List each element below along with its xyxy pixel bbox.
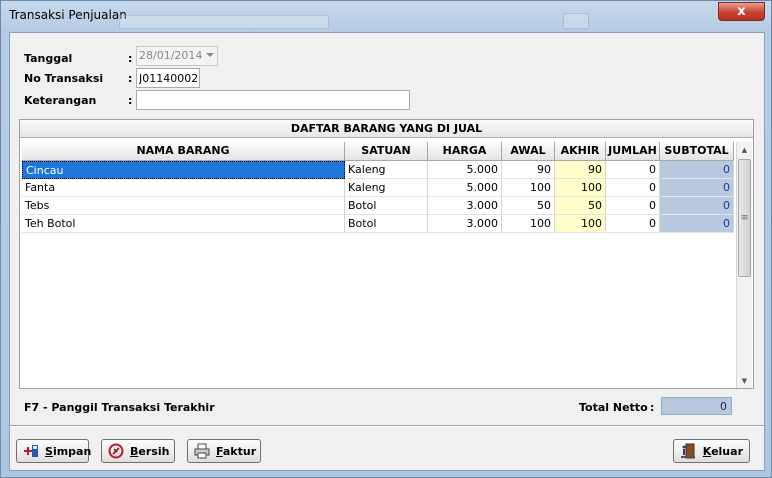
- scroll-thumb[interactable]: ≡: [738, 159, 751, 277]
- col-header-akhir[interactable]: AKHIR: [555, 142, 606, 161]
- bersih-label: Bersih: [130, 444, 170, 458]
- cell-jumlah[interactable]: 0: [606, 179, 660, 197]
- col-header-jumlah[interactable]: JUMLAH: [606, 142, 660, 161]
- app-window: Transaksi Penjualan x Tanggal : 28/01/20…: [0, 0, 772, 478]
- cell-nama-barang[interactable]: Tebs: [22, 197, 345, 215]
- table-row[interactable]: Cincau Kaleng 5.000 90 90 0 0: [22, 161, 734, 179]
- col-header-awal[interactable]: AWAL: [502, 142, 555, 161]
- table-row[interactable]: Teh Botol Botol 3.000 100 100 0 0: [22, 215, 734, 233]
- bersih-button[interactable]: Bersih: [101, 439, 175, 463]
- total-netto-label: Total Netto: [579, 401, 648, 414]
- keluar-button[interactable]: Keluar: [673, 439, 750, 463]
- cell-satuan[interactable]: Kaleng: [345, 161, 428, 179]
- simpan-button[interactable]: Simpan: [16, 439, 92, 463]
- col-header-satuan[interactable]: SATUAN: [345, 142, 428, 161]
- scroll-down-arrow-icon[interactable]: ▼: [737, 373, 752, 388]
- printer-icon: [194, 442, 210, 460]
- form-client-area: Tanggal : 28/01/2014 No Transaksi : Kete…: [9, 32, 765, 471]
- cell-awal[interactable]: 50: [502, 197, 555, 215]
- tanggal-label: Tanggal: [24, 52, 73, 65]
- no-transaksi-label: No Transaksi: [24, 72, 104, 85]
- cell-awal[interactable]: 90: [502, 161, 555, 179]
- close-icon: x: [737, 4, 746, 19]
- grip-icon: ≡: [740, 213, 749, 223]
- cell-nama-barang[interactable]: Fanta: [22, 179, 345, 197]
- cell-satuan[interactable]: Kaleng: [345, 179, 428, 197]
- grid-title: DAFTAR BARANG YANG DI JUAL: [20, 120, 753, 138]
- window-title: Transaksi Penjualan: [9, 8, 127, 22]
- clear-icon: [108, 442, 124, 460]
- total-netto-colon: :: [650, 401, 655, 414]
- table-row[interactable]: Tebs Botol 3.000 50 50 0 0: [22, 197, 734, 215]
- cell-satuan[interactable]: Botol: [345, 197, 428, 215]
- scroll-up-arrow-icon[interactable]: ▲: [737, 142, 752, 157]
- cell-akhir[interactable]: 90: [555, 161, 606, 179]
- cell-harga[interactable]: 5.000: [428, 161, 502, 179]
- cell-awal[interactable]: 100: [502, 179, 555, 197]
- chevron-down-icon[interactable]: [206, 53, 214, 57]
- keterangan-colon: :: [128, 94, 133, 107]
- footer-separator: [10, 425, 764, 427]
- cell-jumlah[interactable]: 0: [606, 197, 660, 215]
- faktur-label: Faktur: [216, 444, 257, 458]
- cell-satuan[interactable]: Botol: [345, 215, 428, 233]
- tanggal-colon: :: [128, 52, 133, 65]
- shortcut-hint: F7 - Panggil Transaksi Terakhir: [24, 401, 215, 414]
- keterangan-input[interactable]: [136, 90, 410, 110]
- cell-akhir[interactable]: 100: [555, 215, 606, 233]
- save-plus-icon: [23, 442, 39, 460]
- cell-harga[interactable]: 3.000: [428, 215, 502, 233]
- keterangan-label: Keterangan: [24, 94, 97, 107]
- cell-subtotal[interactable]: 0: [660, 197, 734, 215]
- cell-subtotal[interactable]: 0: [660, 215, 734, 233]
- cell-akhir[interactable]: 100: [555, 179, 606, 197]
- table-row[interactable]: Fanta Kaleng 5.000 100 100 0 0: [22, 179, 734, 197]
- close-button[interactable]: x: [718, 2, 765, 21]
- cell-subtotal[interactable]: 0: [660, 161, 734, 179]
- items-grid: DAFTAR BARANG YANG DI JUAL NAMA BARANG S…: [19, 119, 754, 389]
- cell-awal[interactable]: 100: [502, 215, 555, 233]
- cell-nama-barang[interactable]: Cincau: [22, 161, 345, 179]
- cell-jumlah[interactable]: 0: [606, 161, 660, 179]
- grid-vertical-scrollbar[interactable]: ▲ ≡ ▼: [736, 142, 752, 388]
- tanggal-value: 28/01/2014: [139, 49, 203, 62]
- faktur-button[interactable]: Faktur: [187, 439, 261, 463]
- cell-nama-barang[interactable]: Teh Botol: [22, 215, 345, 233]
- grid-body: Cincau Kaleng 5.000 90 90 0 0 Fanta Kale…: [22, 161, 734, 233]
- cell-jumlah[interactable]: 0: [606, 215, 660, 233]
- col-header-harga[interactable]: HARGA: [428, 142, 502, 161]
- cell-harga[interactable]: 5.000: [428, 179, 502, 197]
- title-bar[interactable]: Transaksi Penjualan x: [1, 1, 771, 31]
- col-header-subtotal[interactable]: SUBTOTAL: [660, 142, 734, 161]
- no-transaksi-colon: :: [128, 72, 133, 85]
- cell-subtotal[interactable]: 0: [660, 179, 734, 197]
- cell-harga[interactable]: 3.000: [428, 197, 502, 215]
- exit-door-icon: [680, 442, 697, 460]
- total-netto-value: 0: [661, 397, 732, 415]
- grid-header-row: NAMA BARANG SATUAN HARGA AWAL AKHIR JUML…: [22, 142, 734, 161]
- background-maximize-ghost: [563, 13, 589, 29]
- background-window-ghost: [119, 15, 329, 29]
- no-transaksi-input[interactable]: [136, 68, 200, 88]
- simpan-label: Simpan: [45, 444, 92, 458]
- keluar-label: Keluar: [702, 444, 743, 458]
- col-header-nama-barang[interactable]: NAMA BARANG: [22, 142, 345, 161]
- tanggal-date-picker[interactable]: 28/01/2014: [136, 46, 218, 66]
- cell-akhir[interactable]: 50: [555, 197, 606, 215]
